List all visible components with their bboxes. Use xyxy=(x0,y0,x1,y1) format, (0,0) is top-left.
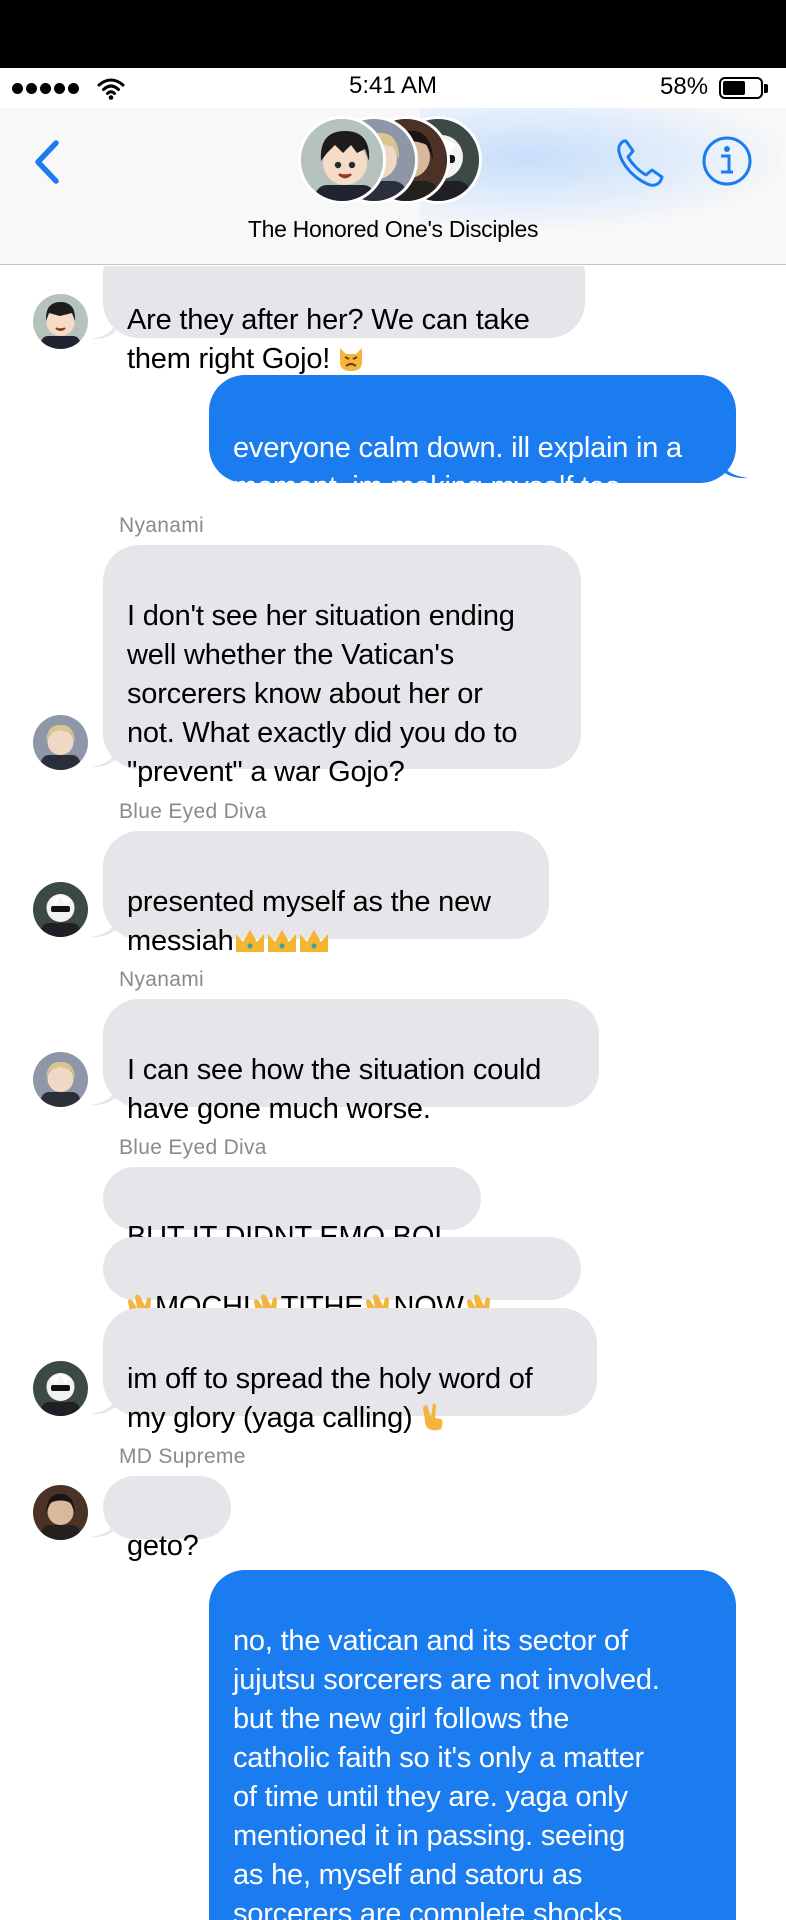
sender-name: Nyanami xyxy=(119,968,204,991)
bubble-tail xyxy=(91,1522,115,1538)
outgoing-message-bubble[interactable]: no, the vatican and its sector of jujuts… xyxy=(209,1570,736,1920)
message-text: Are they after her? We can take them rig… xyxy=(127,304,530,375)
incoming-message-bubble[interactable]: I don't see her situation ending well wh… xyxy=(103,545,581,788)
bubble-tail xyxy=(91,324,115,340)
phone-call-button[interactable] xyxy=(610,133,670,193)
back-button[interactable] xyxy=(28,135,68,191)
incoming-message-bubble[interactable]: I can see how the situation could have g… xyxy=(103,999,599,1125)
crown-emoji-icon xyxy=(235,930,328,952)
sender-avatar[interactable] xyxy=(33,715,88,770)
incoming-message-bubble[interactable]: im off to spread the holy word of my glo… xyxy=(103,1308,597,1434)
sender-name: Blue Eyed Diva xyxy=(119,1136,267,1159)
message-text: no, the vatican and its sector of jujuts… xyxy=(233,1625,660,1920)
sender-avatar[interactable] xyxy=(33,1052,88,1107)
victory-hand-emoji-icon xyxy=(422,1403,442,1431)
sender-name: MD Supreme xyxy=(119,1445,246,1468)
pouting-cat-emoji-icon xyxy=(340,348,363,371)
status-bar: 5:41 AM 58% xyxy=(0,68,786,108)
incoming-message-bubble[interactable]: MOCHI TITHE NOW xyxy=(103,1237,581,1323)
incoming-message-bubble[interactable]: presented myself as the new messiah xyxy=(103,831,549,957)
group-name: The Honored One's Disciples xyxy=(247,216,539,242)
incoming-message-bubble[interactable]: Are they after her? We can take them rig… xyxy=(103,266,585,375)
bubble-tail xyxy=(91,1399,115,1415)
message-text: geto? xyxy=(127,1530,199,1562)
incoming-message-bubble[interactable]: BUT IT DIDNT EMO BOI xyxy=(103,1167,481,1253)
info-button[interactable] xyxy=(700,134,754,188)
top-black-band xyxy=(0,0,786,68)
message-text: everyone calm down. ill explain in a mom… xyxy=(233,432,682,503)
sender-avatar[interactable] xyxy=(33,882,88,937)
message-thread[interactable]: Are they after her? We can take them rig… xyxy=(0,266,786,1920)
outgoing-message-bubble[interactable]: everyone calm down. ill explain in a mom… xyxy=(209,375,736,503)
bubble-tail xyxy=(91,922,115,938)
battery-icon xyxy=(719,77,768,99)
battery-percent: 58% xyxy=(660,73,709,100)
sender-name: Blue Eyed Diva xyxy=(119,800,267,823)
group-avatar-stack[interactable] xyxy=(298,112,488,212)
bubble-tail xyxy=(91,752,115,768)
bubble-tail xyxy=(91,1090,115,1106)
sender-avatar[interactable] xyxy=(33,1485,88,1540)
group-member-avatar xyxy=(298,116,386,204)
sender-avatar[interactable] xyxy=(33,1361,88,1416)
sender-name: Nyanami xyxy=(119,514,204,537)
message-text: im off to spread the holy word of my glo… xyxy=(127,1363,533,1434)
bubble-tail xyxy=(722,463,748,479)
sender-avatar[interactable] xyxy=(33,294,88,349)
incoming-message-bubble[interactable]: geto? xyxy=(103,1476,231,1562)
conversation-header: The Honored One's Disciples xyxy=(0,108,786,265)
message-text: I can see how the situation could have g… xyxy=(127,1054,542,1125)
message-text: I don't see her situation ending well wh… xyxy=(127,600,518,788)
